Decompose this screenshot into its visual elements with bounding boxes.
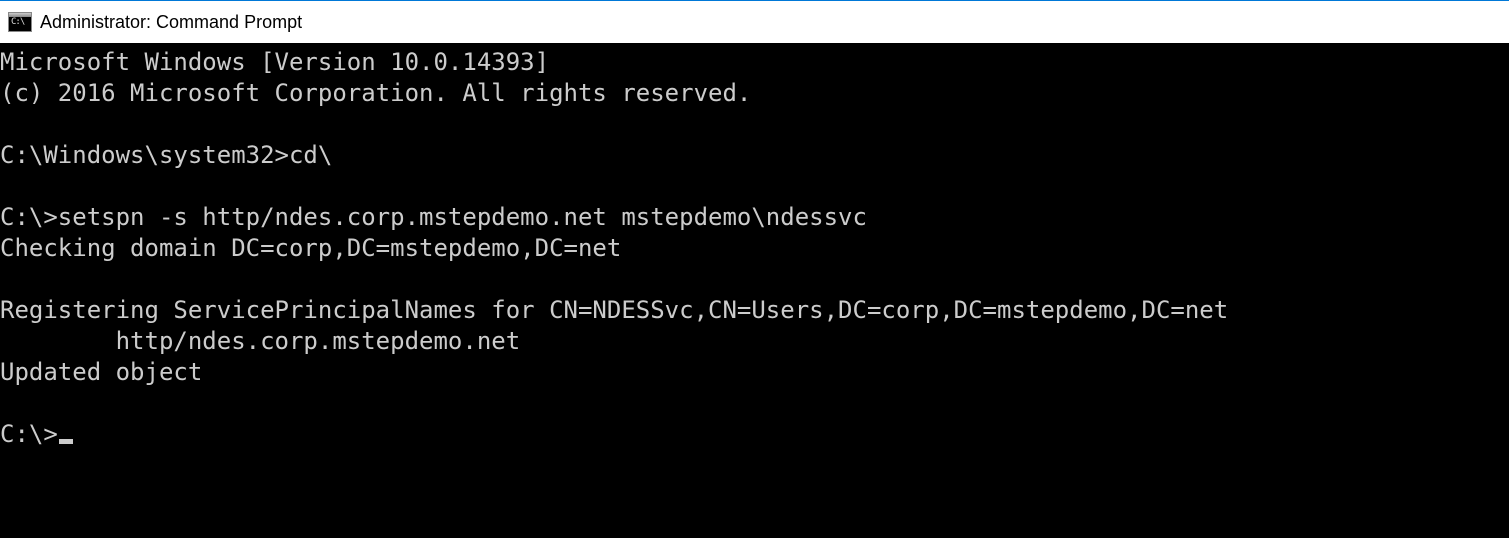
terminal-line bbox=[0, 109, 1509, 140]
terminal-line: Microsoft Windows [Version 10.0.14393] bbox=[0, 47, 1509, 78]
window-title: Administrator: Command Prompt bbox=[40, 12, 302, 33]
terminal-output[interactable]: Microsoft Windows [Version 10.0.14393](c… bbox=[0, 43, 1509, 538]
terminal-line: http/ndes.corp.mstepdemo.net bbox=[0, 326, 1509, 357]
terminal-line bbox=[0, 171, 1509, 202]
terminal-line: C:\Windows\system32>cd\ bbox=[0, 140, 1509, 171]
terminal-line: C:\>setspn -s http/ndes.corp.mstepdemo.n… bbox=[0, 202, 1509, 233]
cmd-icon: C:\ bbox=[8, 12, 32, 32]
terminal-line: Updated object bbox=[0, 357, 1509, 388]
terminal-line: (c) 2016 Microsoft Corporation. All righ… bbox=[0, 78, 1509, 109]
cmd-window: C:\ Administrator: Command Prompt Micros… bbox=[0, 0, 1509, 538]
terminal-line: Checking domain DC=corp,DC=mstepdemo,DC=… bbox=[0, 233, 1509, 264]
terminal-line: C:\> bbox=[0, 419, 1509, 450]
terminal-line bbox=[0, 264, 1509, 295]
terminal-line: Registering ServicePrincipalNames for CN… bbox=[0, 295, 1509, 326]
titlebar[interactable]: C:\ Administrator: Command Prompt bbox=[0, 1, 1509, 43]
cursor bbox=[59, 439, 73, 444]
terminal-line bbox=[0, 388, 1509, 419]
